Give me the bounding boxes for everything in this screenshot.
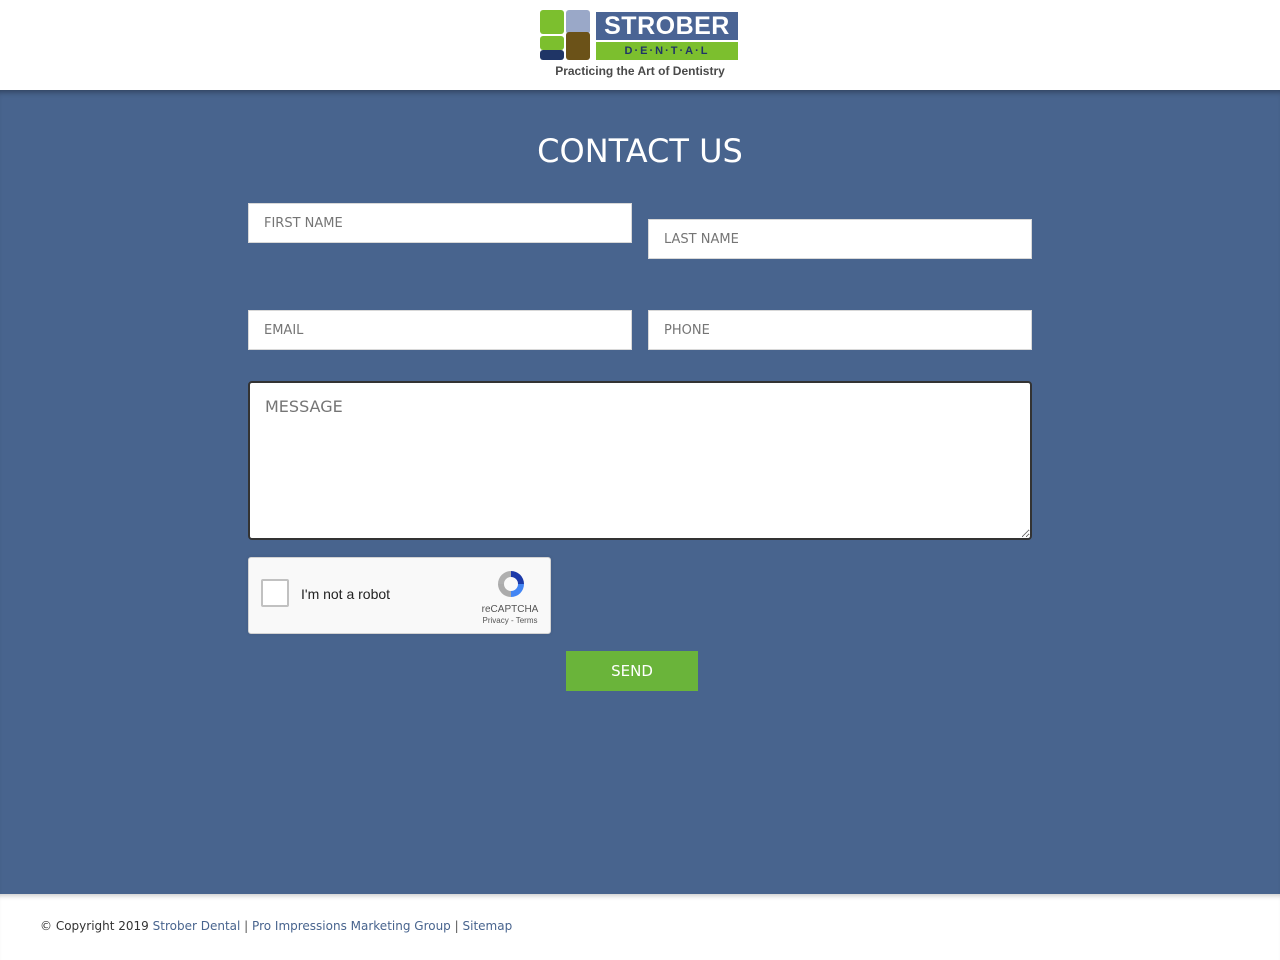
logo-subtitle: D·E·N·T·A·L — [596, 42, 738, 60]
logo-tiles-icon — [540, 10, 592, 62]
recaptcha-label: I'm not a robot — [301, 586, 391, 602]
contact-section: CONTACT US I'm not a robot reCAPTCHA Pri… — [0, 90, 1280, 894]
footer-link-strober-dental[interactable]: Strober Dental — [153, 919, 241, 933]
footer-text: © Copyright 2019 Strober Dental | Pro Im… — [40, 919, 512, 933]
logo-name: STROBER — [596, 12, 738, 40]
strober-dental-logo[interactable]: STROBER D·E·N·T·A·L Practicing the Art o… — [540, 10, 740, 82]
first-name-field[interactable] — [248, 203, 632, 243]
recaptcha-privacy-terms[interactable]: Privacy - Terms — [475, 616, 545, 625]
recaptcha-widget: I'm not a robot reCAPTCHA Privacy - Term… — [248, 557, 551, 634]
copyright-text: © Copyright 2019 — [40, 919, 149, 933]
footer-link-sitemap[interactable]: Sitemap — [463, 919, 513, 933]
page-title: CONTACT US — [537, 132, 743, 170]
footer-link-pro-impressions[interactable]: Pro Impressions Marketing Group — [252, 919, 451, 933]
recaptcha-brand: reCAPTCHA — [481, 604, 539, 615]
site-footer: © Copyright 2019 Strober Dental | Pro Im… — [0, 894, 1280, 960]
recaptcha-icon — [498, 571, 524, 597]
send-button[interactable]: SEND — [566, 651, 698, 691]
footer-separator: | — [244, 919, 249, 933]
recaptcha-checkbox[interactable] — [261, 579, 289, 607]
logo-tagline: Practicing the Art of Dentistry — [555, 64, 725, 78]
footer-separator: | — [454, 919, 459, 933]
phone-field[interactable] — [648, 310, 1032, 350]
last-name-field[interactable] — [648, 219, 1032, 259]
site-header: STROBER D·E·N·T·A·L Practicing the Art o… — [0, 0, 1280, 90]
email-field[interactable] — [248, 310, 632, 350]
message-field[interactable] — [248, 381, 1032, 540]
